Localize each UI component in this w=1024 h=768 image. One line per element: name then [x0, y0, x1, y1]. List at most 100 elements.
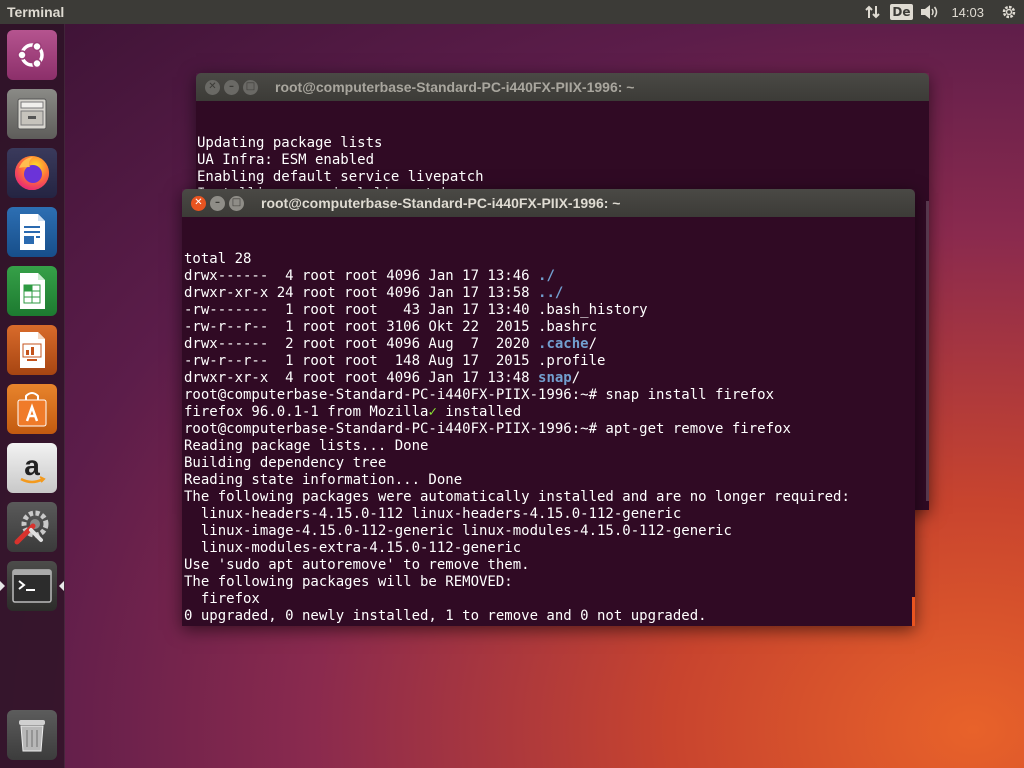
line-text: 0 upgraded, 0 newly installed, 1 to remo…	[184, 608, 707, 624]
terminal-line: drwx------ 4 root root 4096 Jan 17 13:46…	[184, 268, 915, 285]
network-arrows-icon[interactable]	[859, 0, 887, 24]
ubuntu-software-button[interactable]	[7, 384, 57, 434]
maximize-button[interactable]: □	[243, 79, 258, 95]
system-settings-button[interactable]	[7, 502, 57, 552]
firefox-icon	[15, 156, 49, 190]
amazon-button[interactable]: a	[7, 443, 57, 493]
minimize-button[interactable]: –	[210, 195, 225, 211]
terminal-line: -rw------- 1 root root 43 Jan 17 13:40 .…	[184, 302, 915, 319]
line-text: drwx------ 4 root root 4096 Jan 17 13:46	[184, 268, 539, 284]
window-title: root@computerbase-Standard-PC-i440FX-PII…	[261, 195, 621, 211]
terminal-running-indicator	[0, 581, 5, 591]
titlebar[interactable]: ✕ – □ root@computerbase-Standard-PC-i440…	[196, 73, 929, 101]
firefox-button[interactable]	[7, 148, 57, 198]
terminal-line: 0 upgraded, 0 newly installed, 1 to remo…	[184, 608, 915, 625]
calc-spreadsheet-icon	[20, 273, 45, 309]
directory-name: .cache	[538, 336, 589, 352]
ubuntu-dash-button[interactable]	[7, 30, 57, 80]
terminal-lines: total 28 drwx------ 4 root root 4096 Jan …	[184, 251, 915, 626]
close-button[interactable]: ✕	[205, 79, 220, 95]
terminal-line: After this operation, 236 MB disk space …	[184, 625, 915, 626]
line-text: After this operation, 236 MB disk space …	[184, 625, 639, 626]
line-suffix: installed	[436, 404, 522, 420]
close-button[interactable]: ✕	[191, 195, 206, 211]
directory-name: snap	[538, 370, 572, 386]
line-text: linux-image-4.15.0-112-generic linux-mod…	[184, 523, 732, 539]
window-title: root@computerbase-Standard-PC-i440FX-PII…	[275, 79, 635, 95]
file-cabinet-icon	[17, 98, 47, 130]
line-text: root@computerbase-Standard-PC-i440FX-PII…	[184, 387, 775, 403]
terminal-focused-indicator	[59, 581, 64, 591]
svg-text:a: a	[24, 450, 40, 481]
terminal-line: linux-modules-extra-4.15.0-112-generic	[184, 540, 915, 557]
launcher: a	[0, 24, 65, 768]
terminal-line: -rw-r--r-- 1 root root 148 Aug 17 2015 .…	[184, 353, 915, 370]
terminal-line: root@computerbase-Standard-PC-i440FX-PII…	[184, 421, 915, 438]
impress-presentation-icon	[20, 332, 45, 368]
active-app-title: Terminal	[7, 4, 65, 20]
files-button[interactable]	[7, 89, 57, 139]
trash-icon	[19, 720, 45, 752]
line-text: Reading state information... Done	[184, 472, 463, 488]
terminal-line: The following packages will be REMOVED:	[184, 574, 915, 591]
ubuntu-logo-icon	[17, 41, 44, 69]
line-text: linux-headers-4.15.0-112 linux-headers-4…	[184, 506, 682, 522]
line-text: firefox	[184, 591, 260, 607]
line-text: The following packages were automaticall…	[184, 489, 850, 505]
indicator-area: De 14:03	[859, 0, 1024, 24]
line-text: Reading package lists... Done	[184, 438, 429, 454]
terminal-line: Reading package lists... Done	[184, 438, 915, 455]
libreoffice-impress-button[interactable]	[7, 325, 57, 375]
terminal-line: firefox 96.0.1-1 from Mozilla✓ installed	[184, 404, 915, 421]
terminal-line: root@computerbase-Standard-PC-i440FX-PII…	[184, 387, 915, 404]
line-text: -rw-r--r-- 1 root root 3106 Okt 22 2015 …	[184, 319, 598, 335]
checkmark-icon: ✓	[428, 404, 437, 420]
terminal-line: firefox	[184, 591, 915, 608]
terminal-line: The following packages were automaticall…	[184, 489, 915, 506]
clock[interactable]: 14:03	[943, 0, 994, 24]
scrollbar[interactable]	[912, 597, 915, 626]
line-text: total 28	[184, 251, 252, 267]
keyboard-layout-indicator[interactable]: De	[887, 0, 915, 24]
top-panel: Terminal De 14:03	[0, 0, 1024, 24]
settings-gear-icon[interactable]	[994, 0, 1024, 24]
settings-tools-icon	[14, 510, 49, 545]
terminal-line: drwxr-xr-x 24 root root 4096 Jan 17 13:5…	[184, 285, 915, 302]
terminal-line: drwx------ 2 root root 4096 Aug 7 2020 .…	[184, 336, 915, 353]
directory-name: ./	[538, 268, 555, 284]
terminal-output[interactable]: total 28 drwx------ 4 root root 4096 Jan …	[182, 217, 915, 626]
line-text: drwx------ 2 root root 4096 Aug 7 2020	[184, 336, 539, 352]
terminal-line: linux-headers-4.15.0-112 linux-headers-4…	[184, 506, 915, 523]
terminal-line: Updating package lists	[197, 135, 383, 151]
terminal-line: Enabling default service livepatch	[197, 169, 484, 185]
line-text: firefox 96.0.1-1 from Mozilla	[184, 404, 429, 420]
terminal-icon	[12, 569, 52, 603]
directory-name: ../	[538, 285, 564, 301]
terminal-line: Building dependency tree	[184, 455, 915, 472]
window-controls: ✕ – □	[196, 79, 275, 95]
window-controls: ✕ – □	[182, 195, 261, 211]
line-text: drwxr-xr-x 4 root root 4096 Jan 17 13:48	[184, 370, 539, 386]
software-bag-icon	[17, 392, 47, 427]
scrollbar[interactable]	[926, 201, 929, 501]
libreoffice-calc-button[interactable]	[7, 266, 57, 316]
line-suffix: /	[571, 370, 581, 386]
volume-icon[interactable]	[915, 0, 943, 24]
amazon-icon: a	[20, 450, 46, 484]
line-text: root@computerbase-Standard-PC-i440FX-PII…	[184, 421, 791, 437]
writer-document-icon	[20, 214, 45, 250]
line-suffix: /	[588, 336, 598, 352]
keyboard-layout-icon: De	[890, 4, 913, 20]
line-text: -rw------- 1 root root 43 Jan 17 13:40 .…	[184, 302, 648, 318]
terminal-window-active[interactable]: ✕ – □ root@computerbase-Standard-PC-i440…	[182, 189, 915, 626]
minimize-button[interactable]: –	[224, 79, 239, 95]
maximize-button[interactable]: □	[229, 195, 244, 211]
titlebar[interactable]: ✕ – □ root@computerbase-Standard-PC-i440…	[182, 189, 915, 217]
terminal-line: Reading state information... Done	[184, 472, 915, 489]
terminal-button[interactable]	[7, 561, 57, 611]
line-text: -rw-r--r-- 1 root root 148 Aug 17 2015 .…	[184, 353, 606, 369]
line-text: Use 'sudo apt autoremove' to remove them…	[184, 557, 530, 573]
line-text: drwxr-xr-x 24 root root 4096 Jan 17 13:5…	[184, 285, 539, 301]
trash-button[interactable]	[7, 710, 57, 760]
libreoffice-writer-button[interactable]	[7, 207, 57, 257]
